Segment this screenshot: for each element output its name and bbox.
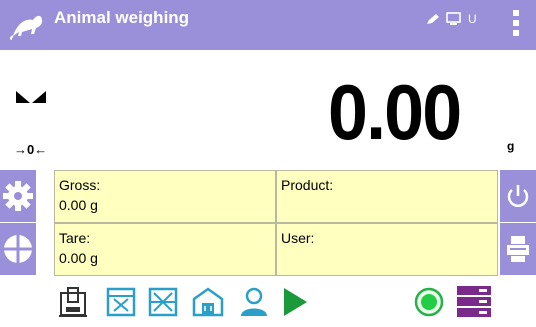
record-button[interactable] bbox=[412, 277, 446, 327]
status-area: U bbox=[426, 12, 477, 26]
template-x2-icon bbox=[148, 287, 178, 317]
zero-indicator: →0← bbox=[14, 142, 48, 157]
database-icon bbox=[457, 286, 491, 317]
power-icon bbox=[507, 185, 529, 207]
tare-label: Tare: bbox=[59, 230, 91, 246]
template-button-1[interactable] bbox=[104, 277, 138, 327]
tare-value: 0.00 g bbox=[59, 250, 98, 266]
gross-field[interactable]: Gross: 0.00 g bbox=[54, 170, 276, 223]
settings-gear-icon bbox=[3, 181, 33, 211]
database-button[interactable] bbox=[454, 277, 494, 327]
power-button[interactable] bbox=[500, 170, 536, 222]
gross-value: 0.00 g bbox=[59, 197, 98, 213]
product-label: Product: bbox=[281, 177, 334, 193]
bottom-toolbar bbox=[0, 277, 536, 327]
user-icon bbox=[241, 287, 267, 316]
weighing-display: →0← 0.00 g bbox=[0, 50, 536, 170]
mass-unit: g bbox=[507, 139, 515, 153]
info-fields: Gross: 0.00 g Product: Tare: 0.00 g User… bbox=[54, 170, 498, 276]
user-label: User: bbox=[281, 230, 315, 246]
tare-field[interactable]: Tare: 0.00 g bbox=[54, 223, 276, 276]
home-load-button[interactable] bbox=[190, 277, 226, 327]
edit-pen-icon bbox=[427, 14, 439, 24]
template-x-icon bbox=[106, 287, 136, 317]
settings-button[interactable] bbox=[0, 170, 36, 222]
top-bar: Animal weighing U bbox=[0, 0, 536, 50]
profile-button[interactable] bbox=[0, 223, 36, 275]
app-title: Animal weighing bbox=[54, 8, 190, 27]
weigh-container-icon bbox=[59, 287, 87, 317]
print-button[interactable] bbox=[500, 223, 536, 275]
profile-pie-icon bbox=[4, 235, 32, 263]
product-field[interactable]: Product: bbox=[276, 170, 498, 223]
stability-indicator-icon bbox=[16, 91, 46, 103]
mass-readout: 0.00 bbox=[328, 68, 462, 156]
record-icon bbox=[414, 287, 444, 317]
user-field[interactable]: User: bbox=[276, 223, 498, 276]
home-load-icon bbox=[192, 287, 224, 317]
template-button-2[interactable] bbox=[146, 277, 180, 327]
user-indicator: U bbox=[468, 12, 477, 26]
user-button[interactable] bbox=[236, 277, 272, 327]
start-play-icon bbox=[284, 288, 307, 316]
monitor-icon bbox=[446, 12, 461, 25]
print-icon bbox=[507, 236, 529, 262]
weigh-container-button[interactable] bbox=[56, 277, 90, 327]
rat-icon[interactable] bbox=[0, 0, 54, 50]
vertical-dots-menu-icon[interactable] bbox=[510, 10, 522, 42]
gross-label: Gross: bbox=[59, 177, 101, 193]
start-button[interactable] bbox=[280, 277, 310, 327]
